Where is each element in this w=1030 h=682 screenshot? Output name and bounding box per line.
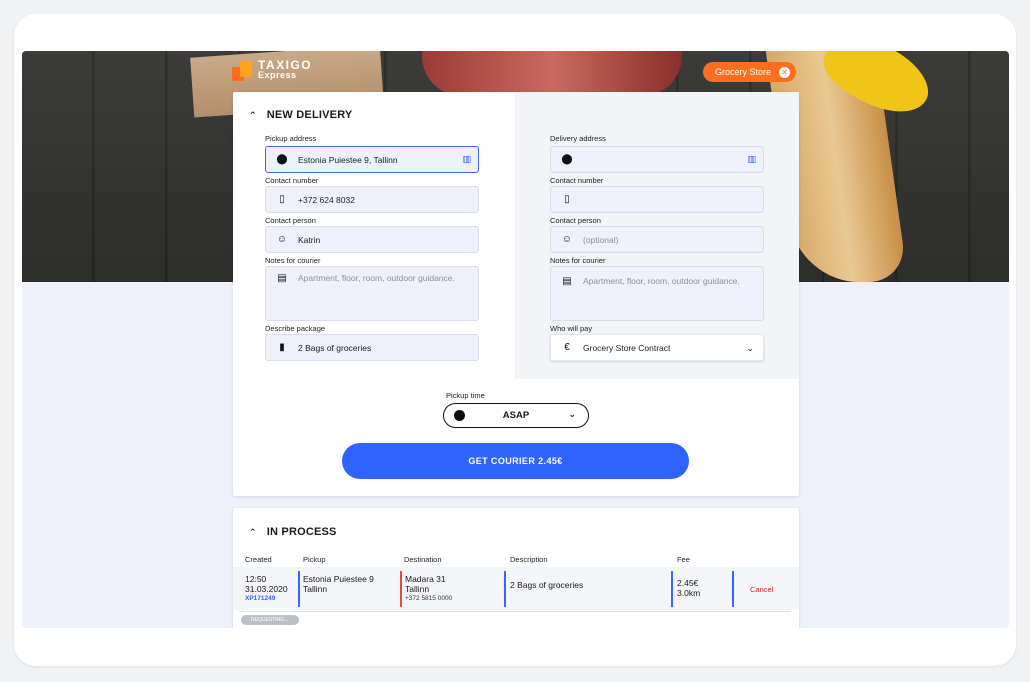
delivery-person-input[interactable]: ☺ (optional) (550, 226, 764, 253)
pickup-time-label: Pickup time (446, 391, 485, 400)
pickup-time-select[interactable]: ASAP ⌄ (443, 403, 589, 428)
pickup-address-input[interactable]: ⬤ Estonia Puiestee 9, Tallinn ▥ (265, 146, 479, 173)
delivery-person-placeholder: (optional) (583, 234, 619, 245)
pickup-contact-value: +372 624 8032 (298, 194, 355, 205)
app-screen: TAXIGO Express Grocery Store ✕ ⌃ NEW DEL… (22, 51, 1009, 628)
package-value: 2 Bags of groceries (298, 342, 372, 353)
store-badge[interactable]: Grocery Store ✕ (703, 62, 797, 82)
column-header-description: Description (510, 555, 548, 564)
store-badge-label: Grocery Store (715, 67, 772, 77)
delivery-address-input[interactable]: ⬤ ▥ (550, 146, 764, 173)
fee-value: 2.45€ (677, 578, 699, 588)
pickup-person-value: Katrin (298, 234, 321, 245)
new-delivery-header[interactable]: ⌃ NEW DELIVERY (249, 109, 352, 121)
chevron-down-icon: ⌄ (746, 343, 754, 353)
dest-phone: +372 5815 0000 (405, 595, 453, 602)
in-process-card: ⌃ IN PROCESS Created Pickup Destination … (233, 508, 799, 628)
delivery-contact-input[interactable]: ▯ (550, 186, 764, 213)
get-courier-button[interactable]: GET COURIER 2.45€ (342, 443, 689, 479)
table-row[interactable]: 12:50 31.03.2020 XP171249 Estonia Puiest… (233, 567, 799, 610)
pickup-notes-placeholder: Apartment, floor, room, outdoor guidance… (298, 273, 455, 283)
cancel-button[interactable]: Cancel (750, 585, 773, 594)
dest-line1: Madara 31 (405, 574, 446, 584)
map-icon[interactable]: ▥ (462, 154, 471, 165)
message-icon: ▤ (562, 276, 572, 287)
created-cell: 12:50 31.03.2020 XP171249 (245, 574, 288, 604)
location-pin-icon: ⬤ (561, 154, 573, 165)
euro-icon: € (564, 342, 570, 353)
brand-logo[interactable]: TAXIGO Express (232, 59, 312, 81)
column-header-fee: Fee (677, 555, 690, 564)
pickup-person-input[interactable]: ☺ Katrin (265, 226, 479, 253)
package-input[interactable]: ▮ 2 Bags of groceries (265, 334, 479, 361)
face-icon: ☺ (561, 234, 573, 245)
payer-select[interactable]: € Grocery Store Contract ⌄ (550, 334, 764, 361)
brand-name: TAXIGO (258, 58, 313, 72)
chevron-up-icon: ⌃ (249, 109, 257, 120)
pickup-line2: Tallinn (303, 584, 328, 594)
delivery-notes-label: Notes for courier (550, 256, 606, 265)
pickup-notes-label: Notes for courier (265, 256, 321, 265)
delivery-address-label: Delivery address (550, 134, 606, 143)
pickup-contact-label: Contact number (265, 176, 319, 185)
phone-icon: ▯ (564, 194, 570, 205)
status-badge: REQUESTING... (241, 615, 299, 625)
document-icon: ▮ (279, 342, 285, 353)
column-header-pickup: Pickup (303, 555, 326, 564)
order-id-link[interactable]: XP171249 (245, 594, 288, 604)
pickup-notes-input[interactable]: ▤ Apartment, floor, room, outdoor guidan… (265, 266, 479, 321)
column-header-destination: Destination (404, 555, 442, 564)
pickup-address-value: Estonia Puiestee 9, Tallinn (298, 154, 398, 165)
face-icon: ☺ (276, 234, 288, 245)
created-date: 31.03.2020 (245, 584, 288, 594)
new-delivery-title: NEW DELIVERY (266, 109, 353, 121)
pickup-contact-input[interactable]: ▯ +372 624 8032 (265, 186, 479, 213)
in-process-title: IN PROCESS (266, 526, 337, 538)
distance-value: 3.0km (677, 588, 701, 598)
logo-mark-icon (232, 59, 254, 81)
pickup-cell: Estonia Puiestee 9 Tallinn (303, 574, 374, 594)
column-header-created: Created (245, 555, 272, 564)
fee-cell: 2.45€ 3.0km (677, 578, 700, 598)
message-icon: ▤ (277, 273, 287, 284)
location-pin-icon: ⬤ (276, 154, 288, 165)
delivery-person-label: Contact person (550, 216, 601, 225)
pickup-time-value: ASAP (502, 410, 530, 421)
chevron-down-icon: ⌄ (568, 409, 576, 419)
payer-value: Grocery Store Contract (583, 342, 671, 353)
pickup-person-label: Contact person (265, 216, 316, 225)
description-cell: 2 Bags of groceries (510, 580, 584, 590)
phone-icon: ▯ (279, 194, 285, 205)
close-icon[interactable]: ✕ (779, 66, 791, 78)
chevron-up-icon: ⌃ (249, 526, 257, 537)
package-label: Describe package (265, 324, 326, 333)
created-time: 12:50 (245, 574, 267, 584)
pickup-address-label: Pickup address (265, 134, 317, 143)
map-icon[interactable]: ▥ (747, 154, 756, 165)
clock-icon (454, 410, 465, 421)
pickup-line1: Estonia Puiestee 9 (303, 574, 374, 584)
in-process-header[interactable]: ⌃ IN PROCESS (249, 526, 337, 538)
delivery-notes-input[interactable]: ▤ Apartment, floor, room, outdoor guidan… (550, 266, 764, 321)
new-delivery-card: ⌃ NEW DELIVERY Pickup address ⬤ Estonia … (233, 92, 799, 496)
delivery-notes-placeholder: Apartment, floor, room, outdoor guidance… (583, 276, 740, 286)
delivery-contact-label: Contact number (550, 176, 604, 185)
dest-line2: Tallinn (405, 584, 430, 594)
destination-cell: Madara 31 Tallinn +372 5815 0000 (405, 574, 452, 604)
payer-label: Who will pay (550, 324, 593, 333)
